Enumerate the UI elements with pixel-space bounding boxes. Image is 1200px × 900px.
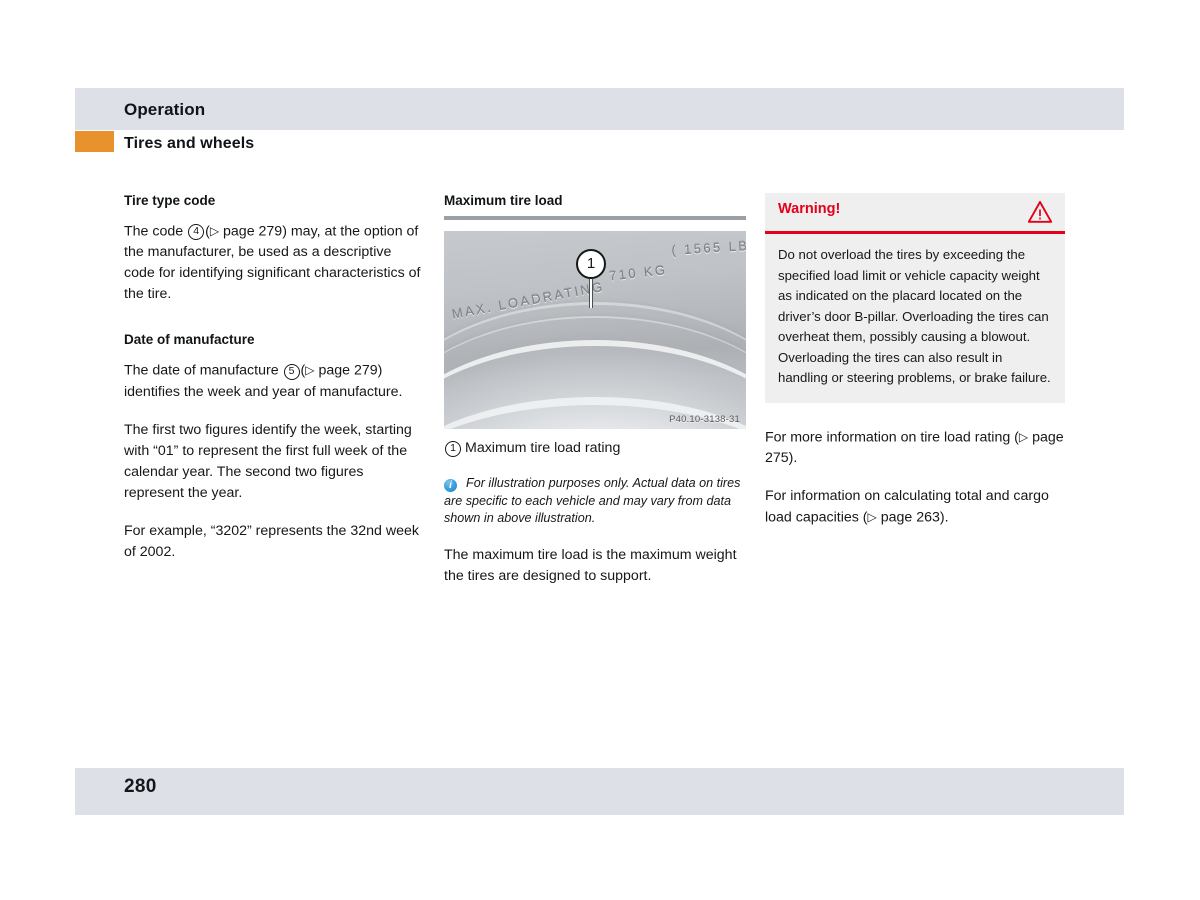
header-band [75,88,1124,130]
heading-tire-type-code: Tire type code [124,193,216,208]
reference-number-4: 4 [188,224,205,241]
warning-triangle-icon [1027,201,1053,223]
figure-image-code: P40.10-3138-31 [669,414,740,425]
caption-text: Maximum tire load rating [465,440,621,456]
paragraph-text-part: The code [124,223,188,240]
tire-sidewall-figure: MAX. LOADRATING 710 KG ( 1565 LBS ) M 1 … [444,231,746,429]
paragraph-tire-type-code: The code 4 (▷ page 279) may, at the optio… [124,221,424,306]
warning-title: Warning! [778,201,841,217]
paragraph-week-figures: The first two figures identify the week,… [124,421,412,501]
paragraph-text-part: The date of manufacture [124,362,283,379]
page-reference-arrow-icon: ▷ [1018,429,1029,444]
caption-reference-number: 1 [445,441,461,457]
section-title: Tires and wheels [124,135,255,152]
page-reference-arrow-icon: ▷ [209,223,220,238]
paragraph-cargo-load-capacities: For information on calculating total and… [765,486,1065,529]
illustration-note: i For illustration purposes only. Actual … [444,475,746,528]
warning-box: Warning! Do not overload the tires by ex… [765,193,1065,403]
paragraph-example: For example, “3202” represents the 32nd … [124,522,419,560]
footer-band [75,768,1124,815]
figure-caption: 1 Maximum tire load rating [444,438,746,458]
paragraph-more-info-load-rating: For more information on tire load rating… [765,427,1065,470]
callout-leader-line [589,279,593,308]
paragraph-date-of-manufacture: The date of manufacture 5 (▷ page 279) id… [124,360,424,403]
section-color-tab [75,131,114,152]
paragraph-text-part: page 263). [876,509,949,526]
reference-number-5: 5 [283,363,300,380]
manual-page: Operation Tires and wheels Tire type cod… [0,0,1200,900]
illustration-note-text: For illustration purposes only. Actual d… [444,476,741,525]
column-middle: Maximum tire load MAX. LOADRATING 710 KG… [444,193,746,587]
callout-marker-1: 1 [576,249,606,279]
warning-header: Warning! [765,193,1065,234]
paragraph-text-part: For more information on tire load rating… [765,429,1019,445]
page-reference-arrow-icon: ▷ [867,510,877,524]
page-reference-arrow-icon: ▷ [305,363,315,378]
heading-maximum-tire-load: Maximum tire load [444,193,563,208]
info-icon: i [444,479,457,492]
column-left: Tire type code The code 4 (▷ page 279) ma… [124,193,424,563]
chapter-title: Operation [124,100,206,119]
warning-body-text: Do not overload the tires by exceeding t… [778,247,1051,385]
heading-rule [444,216,746,220]
heading-date-of-manufacture: Date of manufacture [124,332,255,348]
page-number: 280 [124,776,157,797]
column-right: Warning! Do not overload the tires by ex… [765,193,1065,529]
paragraph-maximum-tire-load: The maximum tire load is the maximum wei… [444,546,737,584]
